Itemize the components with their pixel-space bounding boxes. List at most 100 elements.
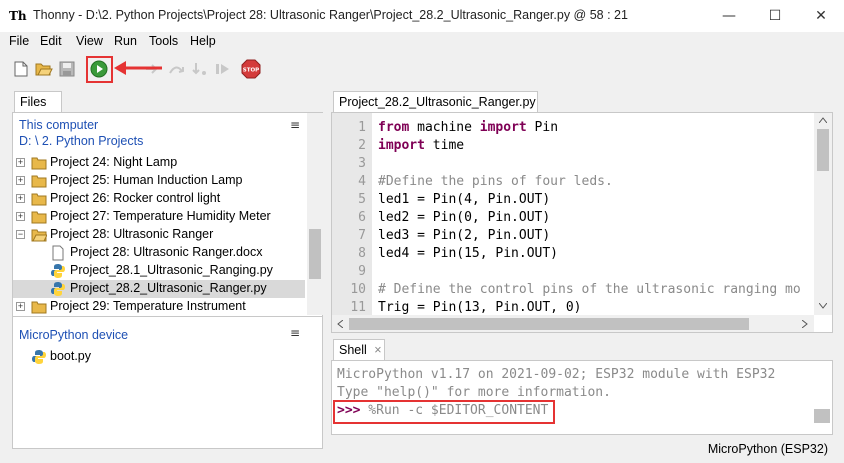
maximize-button[interactable]: ☐	[752, 0, 798, 32]
micropython-device-title: MicroPython device	[19, 328, 129, 342]
line-number: 6	[358, 210, 366, 225]
device-menu-icon[interactable]: ≡	[290, 326, 300, 340]
collapse-icon[interactable]: −	[16, 230, 25, 239]
shell-command-highlight	[333, 400, 555, 424]
tab-files-label: Files	[20, 95, 47, 109]
shell-output-line: Type "help()" for more information.	[337, 385, 611, 400]
step-into-icon[interactable]	[190, 58, 212, 80]
list-item[interactable]: Project_28.2_Ultrasonic_Ranger.py	[13, 280, 305, 298]
expand-icon[interactable]: +	[16, 176, 25, 185]
window-title: Thonny - D:\2. Python Projects\Project 2…	[33, 8, 628, 22]
item-label: boot.py	[50, 349, 92, 363]
scroll-up-icon[interactable]	[819, 117, 827, 123]
code-line: from machine import Pin	[378, 120, 559, 135]
minimize-button[interactable]: —	[706, 0, 752, 32]
run-button-highlight	[86, 56, 113, 83]
this-computer-title: This computer	[19, 118, 99, 132]
line-number: 2	[358, 138, 366, 153]
item-label: Project 27: Temperature Humidity Meter	[50, 209, 271, 223]
editor-tab-label: Project_28.2_Ultrasonic_Ranger.py	[339, 95, 536, 109]
code-line: # Define the control pins of the ultraso…	[378, 282, 801, 297]
menu-view[interactable]: View	[76, 34, 103, 48]
item-label: Project_28.2_Ultrasonic_Ranger.py	[70, 281, 267, 295]
menu-bar: File Edit View Run Tools Help	[0, 32, 844, 52]
scrollbar-thumb[interactable]	[349, 318, 749, 330]
code-line: led3 = Pin(2, Pin.OUT)	[378, 228, 551, 243]
menu-run[interactable]: Run	[114, 34, 137, 48]
scrollbar-thumb[interactable]	[817, 129, 829, 171]
computer-path[interactable]: D: \ 2. Python Projects	[19, 134, 143, 148]
shell-output-line: MicroPython v1.17 on 2021-09-02; ESP32 m…	[337, 367, 776, 382]
scroll-down-icon[interactable]	[819, 303, 827, 309]
code-line: led4 = Pin(15, Pin.OUT)	[378, 246, 559, 261]
scrollbar-thumb[interactable]	[309, 229, 321, 279]
item-label: Project 25: Human Induction Lamp	[50, 173, 243, 187]
shell-tab-close-icon[interactable]: ×	[374, 343, 381, 357]
python-file-icon	[32, 350, 46, 364]
tab-editor-file[interactable]: Project_28.2_Ultrasonic_Ranger.py ×	[333, 91, 538, 123]
code-line: led2 = Pin(0, Pin.OUT)	[378, 210, 551, 225]
shell-scrollbar-thumb[interactable]	[814, 409, 830, 423]
line-number: 9	[358, 264, 366, 279]
svg-text:STOP: STOP	[243, 68, 259, 74]
code-line: led1 = Pin(4, Pin.OUT)	[378, 192, 551, 207]
editor-horizontal-scrollbar[interactable]	[332, 315, 814, 332]
line-number: 8	[358, 246, 366, 261]
expand-icon[interactable]: +	[16, 302, 25, 311]
item-label: Project_28.1_Ultrasonic_Ranging.py	[70, 263, 273, 277]
line-number: 7	[358, 228, 366, 243]
menu-help[interactable]: Help	[190, 34, 216, 48]
menu-edit[interactable]: Edit	[40, 34, 62, 48]
tab-files[interactable]: Files ×	[14, 91, 62, 123]
thonny-logo-icon: Th	[9, 9, 27, 23]
list-item[interactable]: + Project 26: Rocker control light	[13, 190, 305, 208]
open-file-icon[interactable]	[33, 58, 55, 80]
menu-file[interactable]: File	[9, 34, 29, 48]
line-number: 11	[350, 300, 366, 315]
files-scrollbar[interactable]	[307, 113, 323, 315]
expand-icon[interactable]: +	[16, 212, 25, 221]
scroll-left-icon[interactable]	[337, 320, 343, 328]
expand-icon[interactable]: +	[16, 194, 25, 203]
list-item[interactable]: − Project 28: Ultrasonic Ranger	[13, 226, 305, 244]
list-item[interactable]: + Project 27: Temperature Humidity Meter	[13, 208, 305, 226]
list-item[interactable]: Project_28.1_Ultrasonic_Ranging.py	[13, 262, 305, 280]
expand-icon[interactable]: +	[16, 158, 25, 167]
annotation-arrow	[114, 61, 162, 75]
line-number-gutter: 1 2 3 4 5 6 7 8 9 10 11	[332, 113, 372, 315]
scroll-right-icon[interactable]	[802, 320, 808, 328]
list-item[interactable]: + Project 25: Human Induction Lamp	[13, 172, 305, 190]
item-label: Project 28: Ultrasonic Ranger.docx	[70, 245, 263, 259]
folder-icon	[31, 193, 47, 206]
folder-open-icon	[31, 229, 47, 242]
resume-icon[interactable]	[212, 58, 234, 80]
interpreter-status[interactable]: MicroPython (ESP32)	[708, 442, 828, 456]
code-editor[interactable]: 1 2 3 4 5 6 7 8 9 10 11 from machine imp…	[331, 112, 833, 333]
python-file-icon	[51, 264, 65, 278]
python-file-icon	[51, 282, 65, 296]
tab-shell[interactable]: Shell ×	[333, 339, 385, 361]
divider	[13, 316, 322, 317]
item-label: Project 28: Ultrasonic Ranger	[50, 227, 214, 241]
list-item[interactable]: + Project 29: Temperature Instrument	[13, 298, 305, 316]
list-item[interactable]: Project 28: Ultrasonic Ranger.docx	[13, 244, 305, 262]
line-number: 4	[358, 174, 366, 189]
line-number: 10	[350, 282, 366, 297]
item-label: Project 24: Night Lamp	[50, 155, 178, 169]
step-over-icon[interactable]	[166, 58, 188, 80]
list-item[interactable]: boot.py	[13, 348, 305, 366]
menu-tools[interactable]: Tools	[149, 34, 178, 48]
folder-icon	[31, 175, 47, 188]
code-line: Trig = Pin(13, Pin.OUT, 0)	[378, 300, 582, 315]
save-icon[interactable]	[56, 58, 78, 80]
stop-icon[interactable]: STOP	[240, 58, 262, 80]
list-item[interactable]: + Project 24: Night Lamp	[13, 154, 305, 172]
item-label: Project 29: Temperature Instrument	[50, 299, 246, 313]
line-number: 1	[358, 120, 366, 135]
folder-icon	[31, 301, 47, 314]
computer-menu-icon[interactable]: ≡	[290, 118, 300, 132]
new-file-icon[interactable]	[10, 58, 32, 80]
editor-vertical-scrollbar[interactable]	[814, 113, 832, 315]
files-panel: This computer D: \ 2. Python Projects ≡ …	[12, 112, 323, 449]
close-button[interactable]: ✕	[798, 0, 844, 32]
